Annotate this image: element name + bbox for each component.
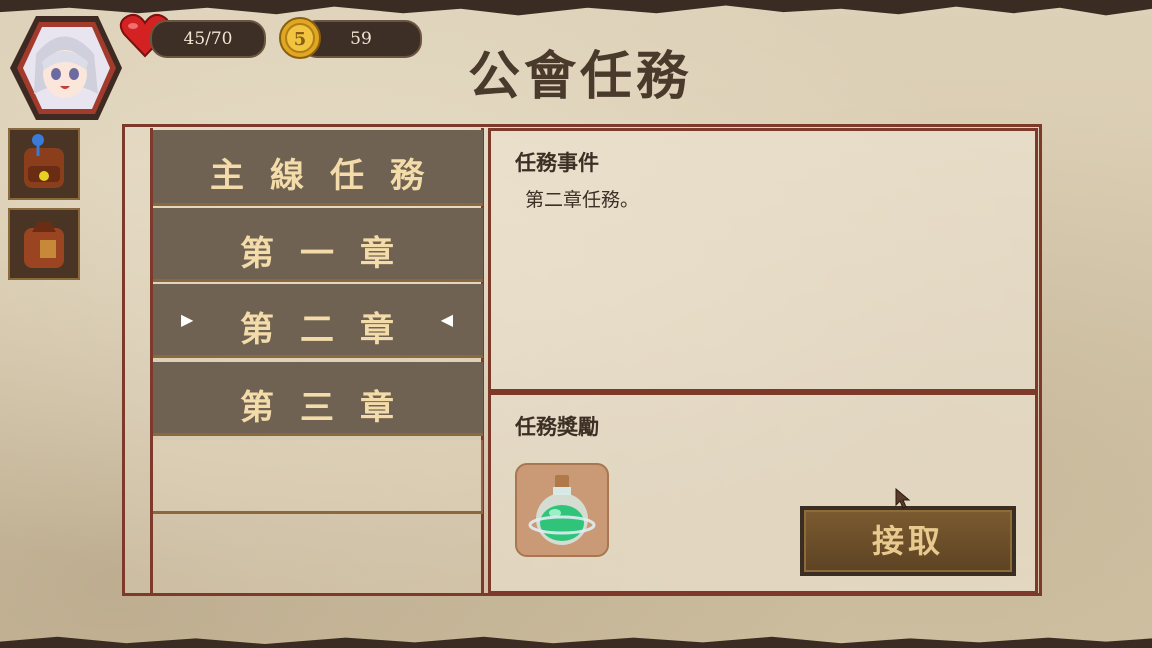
accept-button-label: 接取 — [804, 510, 1012, 572]
coin-icon: 5 — [279, 17, 321, 59]
quest-event-description: 第二章任務。 — [525, 189, 640, 211]
quest-category-header: 主線任務 — [153, 130, 483, 206]
reward-item-slot[interactable] — [515, 463, 609, 557]
quest-list-item[interactable]: 第一章 — [153, 208, 483, 282]
bag-icon — [24, 222, 64, 268]
player-avatar[interactable] — [6, 14, 124, 122]
quest-event-label: 任務事件 — [515, 151, 599, 175]
quest-list-item[interactable]: 第三章 — [153, 362, 483, 436]
green-potion-icon — [528, 475, 596, 545]
bag-item-slot[interactable] — [8, 208, 80, 280]
backpack-item-slot[interactable] — [8, 128, 80, 200]
accept-quest-button[interactable]: 接取 — [800, 506, 1016, 576]
quest-item-label: 第一章 — [240, 234, 420, 274]
quest-category-label: 主線任務 — [210, 156, 450, 196]
quest-list-empty-slot — [153, 440, 483, 514]
quest-reward-label: 任務獎勵 — [515, 415, 599, 439]
selection-arrow-left-icon: ◀ — [440, 310, 453, 329]
quest-list-item-selected[interactable]: ▶ 第二章 ◀ — [153, 284, 483, 358]
hp-counter: 45/70 — [150, 20, 266, 58]
cursor-icon — [895, 488, 911, 509]
svg-text:5: 5 — [294, 29, 307, 50]
quest-event-panel: 任務事件 第二章任務。 — [488, 128, 1038, 392]
backpack-icon — [24, 134, 64, 188]
quest-item-label: 第二章 — [240, 310, 420, 350]
quest-item-label: 第三章 — [240, 388, 420, 428]
page-title: 公會任務 — [467, 46, 692, 107]
